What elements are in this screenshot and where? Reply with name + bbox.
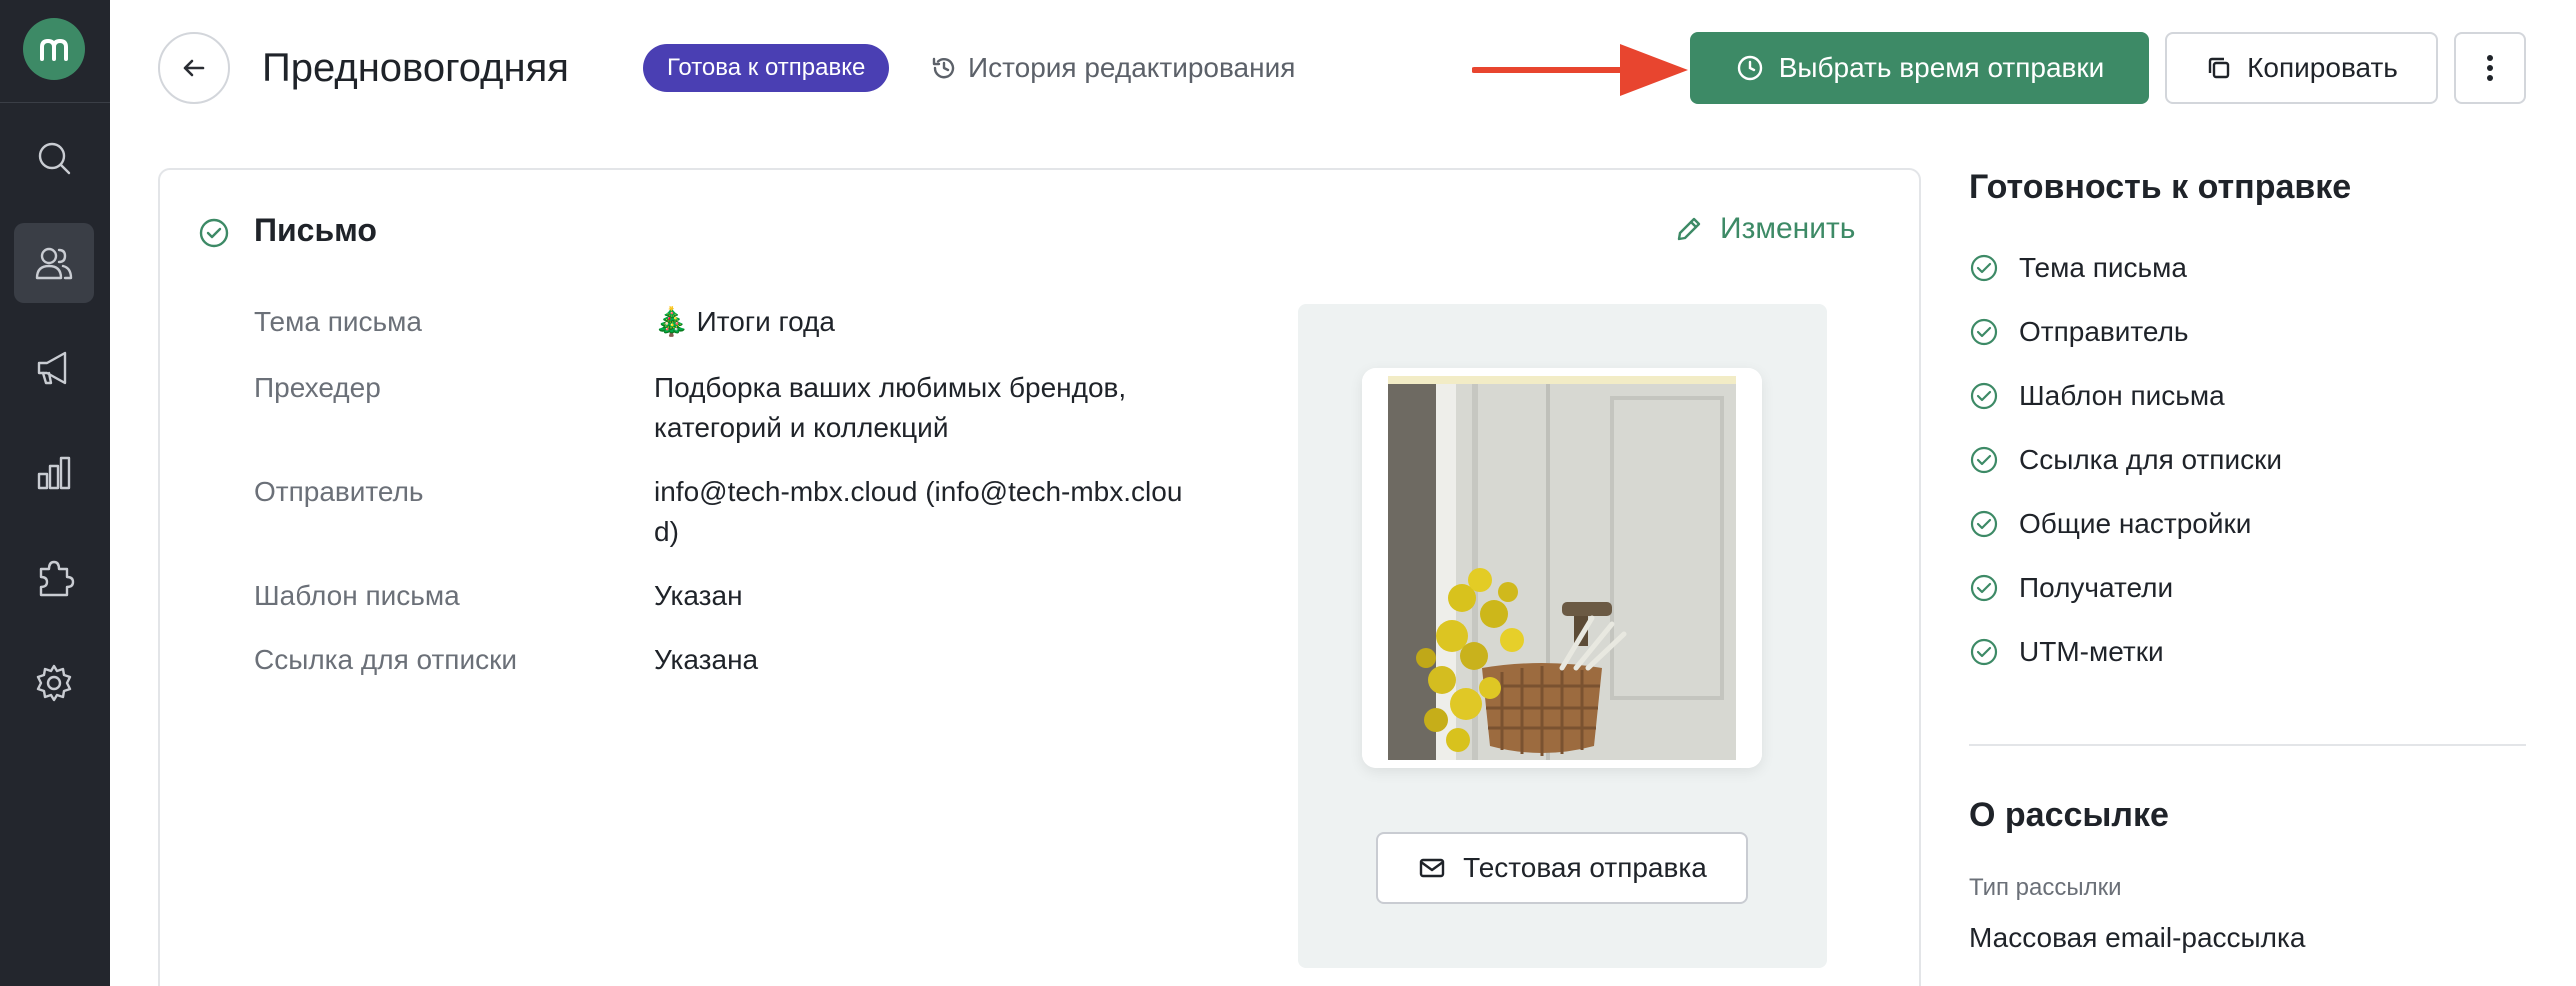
- field-label: Отправитель: [254, 476, 424, 507]
- copy-label: Копировать: [2247, 52, 2398, 83]
- readiness-item-label: UTM-метки: [2019, 636, 2164, 667]
- edit-letter-link[interactable]: Изменить: [1674, 212, 1855, 246]
- sidebar: [0, 0, 110, 986]
- field-label: Тема письма: [254, 306, 422, 337]
- field-value: Указан: [654, 580, 743, 611]
- clock-icon: [1737, 55, 1762, 81]
- page-title: Предновогодняя: [262, 46, 569, 90]
- check-circle-icon: [1970, 638, 1998, 666]
- readiness-item-label: Ссылка для отписки: [2019, 444, 2282, 475]
- logo[interactable]: [23, 18, 85, 80]
- check-circle-icon: [1970, 510, 1998, 538]
- nav-integrations[interactable]: [14, 538, 94, 618]
- sidebar-divider: [0, 102, 110, 103]
- history-icon: [932, 57, 955, 79]
- field-label: Ссылка для отписки: [254, 644, 517, 675]
- pencil-icon: [1677, 217, 1701, 241]
- back-button[interactable]: [158, 32, 230, 104]
- copy-icon: [2208, 57, 2230, 79]
- field-value: Подборка ваших любимых брендов, категори…: [654, 372, 1127, 443]
- status-badge: Готова к отправке: [643, 44, 890, 92]
- field-value: Указана: [654, 644, 759, 675]
- search-icon: [38, 142, 71, 175]
- readiness-item: Получатели: [1969, 568, 2173, 608]
- nav-campaigns[interactable]: [14, 328, 94, 408]
- field-label: Прехедер: [254, 372, 381, 403]
- readiness-item: Ссылка для отписки: [1969, 440, 2282, 480]
- divider: [1969, 744, 2526, 746]
- readiness-item-label: Получатели: [2019, 572, 2174, 603]
- field-label: Шаблон письма: [254, 580, 460, 611]
- readiness-item: Шаблон письма: [1969, 376, 2225, 416]
- field-value: 🎄 Итоги года: [654, 306, 835, 337]
- letter-title: Письмо: [254, 212, 377, 248]
- about-title: О рассылке: [1969, 796, 2169, 834]
- readiness-item-label: Общие настройки: [2019, 508, 2252, 539]
- check-circle-icon: [1970, 574, 1998, 602]
- check-circle-icon: [1970, 382, 1998, 410]
- email-preview-thumbnail[interactable]: [1362, 368, 1762, 768]
- check-circle-icon: [199, 218, 229, 248]
- check-circle-icon: [1970, 318, 1998, 346]
- history-link[interactable]: История редактирования: [930, 46, 1295, 90]
- field-value: info@tech-mbx.cloud (info@tech-mbx.cloud…: [654, 476, 1183, 547]
- nav-audience[interactable]: [14, 223, 94, 303]
- schedule-send-label: Выбрать время отправки: [1778, 52, 2105, 83]
- check-circle-icon: [1970, 254, 1998, 282]
- puzzle-icon: [39, 560, 75, 597]
- copy-button[interactable]: Копировать: [2165, 32, 2438, 104]
- mailing-type-value: Массовая email-рассылка: [1969, 922, 2306, 953]
- nav-search[interactable]: [14, 118, 94, 198]
- schedule-send-button[interactable]: Выбрать время отправки: [1690, 32, 2149, 104]
- readiness-item: Отправитель: [1969, 312, 2189, 352]
- edit-label: Изменить: [1720, 212, 1856, 245]
- arrow-left-icon: [183, 59, 205, 77]
- readiness-item-label: Тема письма: [2019, 252, 2187, 283]
- mail-icon: [1419, 858, 1445, 878]
- mailing-type-label: Тип рассылки: [1969, 874, 2122, 901]
- more-vertical-icon: [2487, 55, 2493, 81]
- history-label: История редактирования: [968, 52, 1296, 83]
- readiness-item: Общие настройки: [1969, 504, 2251, 544]
- annotation-arrow-icon: [1472, 44, 1688, 96]
- readiness-item: Тема письма: [1969, 248, 2187, 288]
- readiness-item-label: Отправитель: [2019, 316, 2189, 347]
- test-send-button[interactable]: Тестовая отправка: [1376, 832, 1748, 904]
- readiness-item: UTM-метки: [1969, 632, 2164, 672]
- gear-icon: [36, 664, 72, 702]
- check-circle-icon: [1970, 446, 1998, 474]
- test-send-label: Тестовая отправка: [1463, 852, 1707, 883]
- more-button[interactable]: [2454, 32, 2526, 104]
- users-icon: [35, 247, 73, 280]
- nav-analytics[interactable]: [14, 433, 94, 513]
- logo-icon: [40, 38, 68, 61]
- megaphone-icon: [37, 351, 67, 385]
- chart-icon: [37, 456, 71, 490]
- readiness-title: Готовность к отправке: [1969, 168, 2352, 206]
- preview-image: [1362, 368, 1762, 768]
- nav-settings[interactable]: [14, 643, 94, 723]
- readiness-item-label: Шаблон письма: [2019, 380, 2225, 411]
